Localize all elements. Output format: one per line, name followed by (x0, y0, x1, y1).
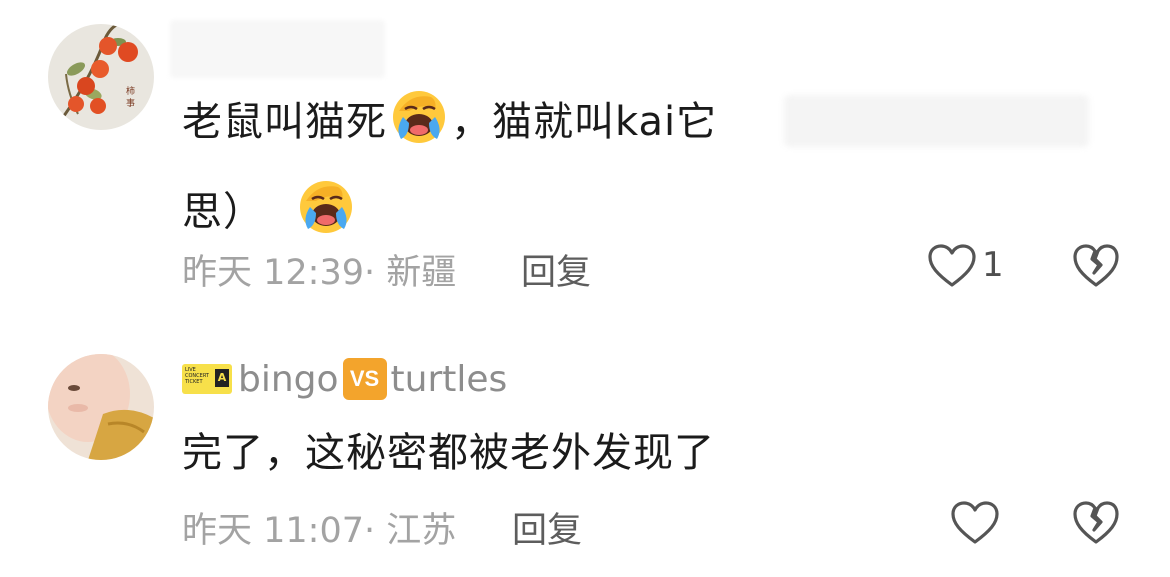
comment-text-line2: 思） (182, 189, 264, 235)
comment-meta: 昨天 11:07· 江苏 (182, 502, 456, 553)
comment-text: 老鼠叫猫死 ，猫就叫kai它 思） (182, 77, 717, 257)
vs-badge: VS (342, 358, 387, 400)
meta-dot: · (364, 253, 387, 293)
username-part2[interactable]: turtles (391, 359, 508, 400)
redacted-area (784, 95, 1089, 147)
comment-time: 昨天 12:39 (182, 253, 364, 293)
comment-location: 江苏 (386, 511, 457, 551)
meta-dot: · (364, 511, 387, 551)
avatar-user-1[interactable]: 柿 事 (48, 24, 154, 130)
svg-text:柿: 柿 (126, 85, 135, 97)
username-row[interactable]: LIVE CONCERT TICKET A bingo VS turtles (182, 354, 507, 404)
username-part1[interactable]: bingo (238, 359, 339, 400)
badge-text: LIVE CONCERT TICKET (185, 367, 209, 385)
avatar-user-2[interactable] (48, 354, 154, 460)
comment-text-part2: ，猫就叫kai它 (451, 99, 718, 145)
svg-text:事: 事 (126, 97, 135, 109)
badge-letter: A (215, 369, 229, 387)
laughing-crying-emoji-icon (299, 181, 352, 233)
reply-button[interactable]: 回复 (512, 502, 582, 553)
laughing-crying-emoji-icon (393, 91, 445, 143)
reply-button[interactable]: 回复 (521, 244, 591, 295)
concert-ticket-badge: LIVE CONCERT TICKET A (182, 364, 232, 394)
like-count: 1 (982, 245, 1004, 285)
comment-location: 新疆 (386, 253, 457, 293)
username-redacted (170, 20, 385, 78)
comment-time: 昨天 11:07 (182, 511, 364, 551)
comment-text-part1: 老鼠叫猫死 (182, 99, 387, 145)
broken-heart-icon[interactable] (1072, 243, 1120, 289)
broken-heart-icon[interactable] (1072, 500, 1120, 546)
heart-outline-icon[interactable] (950, 500, 1000, 546)
comment-meta: 昨天 12:39· 新疆 (182, 244, 456, 295)
heart-outline-icon[interactable] (927, 243, 977, 289)
comment-text: 完了，这秘密都被老外发现了 (182, 430, 715, 476)
